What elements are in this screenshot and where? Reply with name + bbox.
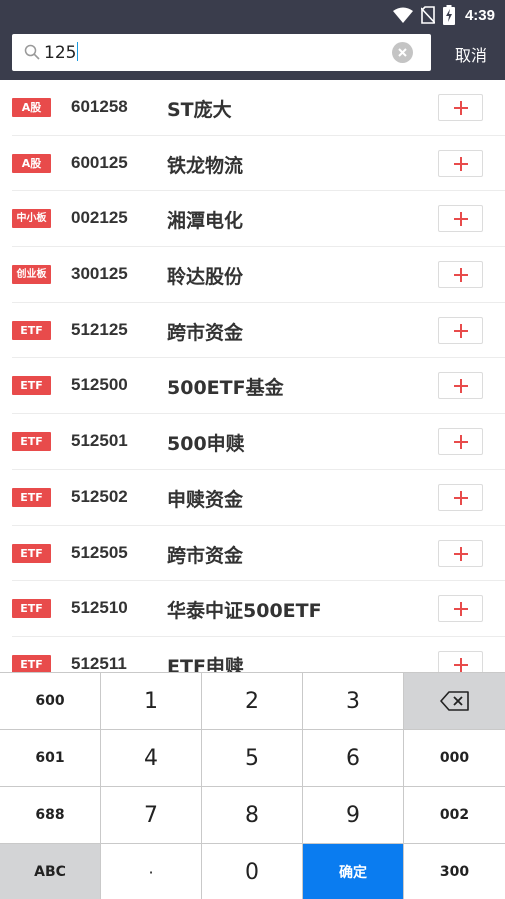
add-watchlist-button[interactable]	[438, 205, 483, 233]
search-icon	[24, 44, 40, 60]
market-badge: 中小板	[12, 209, 51, 229]
key-5[interactable]: 5	[202, 730, 303, 787]
cancel-button[interactable]: 取消	[455, 42, 487, 66]
search-results-list[interactable]: A股 601258 ST庞大 A股 600125 铁龙物流 中小板 002125…	[0, 80, 505, 672]
stock-name: ST庞大	[167, 99, 232, 121]
add-watchlist-button[interactable]	[438, 372, 483, 400]
result-row-512125[interactable]: ETF 512125 跨市资金	[12, 303, 505, 359]
top-header: 4:39 125 取消	[0, 0, 505, 80]
add-watchlist-button[interactable]	[438, 483, 483, 511]
stock-code: 512505	[71, 542, 128, 562]
key-2[interactable]: 2	[202, 673, 303, 730]
search-query-text: 125	[44, 42, 79, 63]
key-9[interactable]: 9	[303, 787, 404, 844]
market-badge: A股	[12, 153, 51, 173]
market-badge: ETF	[12, 432, 51, 452]
key-8[interactable]: 8	[202, 787, 303, 844]
text-caret	[77, 42, 79, 61]
market-badge: ETF	[12, 320, 51, 340]
numeric-keyboard: 600 1 2 3 601 4 5 6 000 688 7 8 9 002 AB…	[0, 672, 505, 899]
stock-code: 601258	[71, 97, 128, 116]
market-badge: ETF	[12, 376, 51, 396]
stock-name: 500ETF基金	[167, 377, 284, 400]
add-watchlist-button[interactable]	[438, 650, 483, 672]
stock-code: 002125	[71, 208, 128, 228]
add-watchlist-button[interactable]	[438, 428, 483, 456]
result-row-002125[interactable]: 中小板 002125 湘潭电化	[12, 191, 505, 248]
key-002[interactable]: 002	[404, 787, 505, 844]
result-row-512510[interactable]: ETF 512510 华泰中证500ETF	[12, 581, 505, 637]
key-000[interactable]: 000	[404, 730, 505, 787]
add-watchlist-button[interactable]	[438, 316, 483, 344]
market-badge: ETF	[12, 487, 51, 507]
market-badge: ETF	[12, 599, 51, 619]
stock-code: 300125	[71, 264, 128, 284]
stock-name: 聆达股份	[167, 266, 244, 289]
result-row-512500[interactable]: ETF 512500 500ETF基金	[12, 358, 505, 415]
market-badge: A股	[12, 98, 51, 117]
confirm-button[interactable]: 确定	[303, 844, 404, 899]
result-row-512502[interactable]: ETF 512502 申赎资金	[12, 470, 505, 526]
add-watchlist-button[interactable]	[438, 94, 483, 121]
key-4[interactable]: 4	[101, 730, 202, 787]
key-1[interactable]: 1	[101, 673, 202, 730]
status-time: 4:39	[464, 6, 495, 24]
key-600[interactable]: 600	[0, 673, 101, 730]
stock-name: 湘潭电化	[167, 210, 244, 233]
stock-name: 500申赎	[167, 433, 245, 456]
stock-code: 512500	[71, 375, 128, 395]
result-row-601258[interactable]: A股 601258 ST庞大	[12, 80, 505, 136]
key-300[interactable]: 300	[404, 844, 505, 899]
stock-name: 铁龙物流	[167, 154, 244, 177]
key-0[interactable]: 0	[202, 844, 303, 899]
add-watchlist-button[interactable]	[438, 149, 483, 177]
stock-code: 600125	[71, 152, 128, 172]
key-3[interactable]: 3	[303, 673, 404, 730]
backspace-icon	[439, 691, 469, 711]
key-dot[interactable]: ·	[101, 844, 202, 899]
add-watchlist-button[interactable]	[438, 539, 483, 567]
key-601[interactable]: 601	[0, 730, 101, 787]
result-row-512501[interactable]: ETF 512501 500申赎	[12, 414, 505, 470]
market-badge: 创业板	[12, 265, 51, 285]
result-row-300125[interactable]: 创业板 300125 聆达股份	[12, 247, 505, 303]
stock-code: 512502	[71, 486, 128, 506]
key-7[interactable]: 7	[101, 787, 202, 844]
stock-name: ETF申赎	[167, 655, 244, 672]
stock-code: 512125	[71, 319, 128, 339]
result-row-512505[interactable]: ETF 512505 跨市资金	[12, 526, 505, 582]
stock-name: 跨市资金	[167, 544, 244, 567]
add-watchlist-button[interactable]	[438, 595, 483, 623]
result-row-600125[interactable]: A股 600125 铁龙物流	[12, 136, 505, 192]
key-6[interactable]: 6	[303, 730, 404, 787]
battery-charging-icon	[442, 5, 455, 25]
abc-switch-button[interactable]: ABC	[0, 844, 101, 899]
status-bar: 4:39	[392, 4, 495, 26]
market-badge: ETF	[12, 654, 51, 672]
key-688[interactable]: 688	[0, 787, 101, 844]
clear-icon[interactable]	[392, 42, 413, 63]
stock-name: 华泰中证500ETF	[167, 600, 322, 623]
wifi-icon	[392, 7, 413, 23]
result-row-512511[interactable]: ETF 512511 ETF申赎	[12, 637, 505, 672]
stock-code: 512511	[71, 653, 127, 672]
stock-name: 申赎资金	[167, 488, 244, 511]
no-sim-icon	[420, 6, 435, 24]
stock-code: 512510	[71, 598, 128, 618]
stock-code: 512501	[71, 431, 128, 451]
stock-name: 跨市资金	[167, 321, 244, 344]
backspace-button[interactable]	[404, 673, 505, 730]
add-watchlist-button[interactable]	[438, 261, 483, 289]
market-badge: ETF	[12, 543, 51, 563]
search-input[interactable]: 125	[12, 34, 431, 71]
